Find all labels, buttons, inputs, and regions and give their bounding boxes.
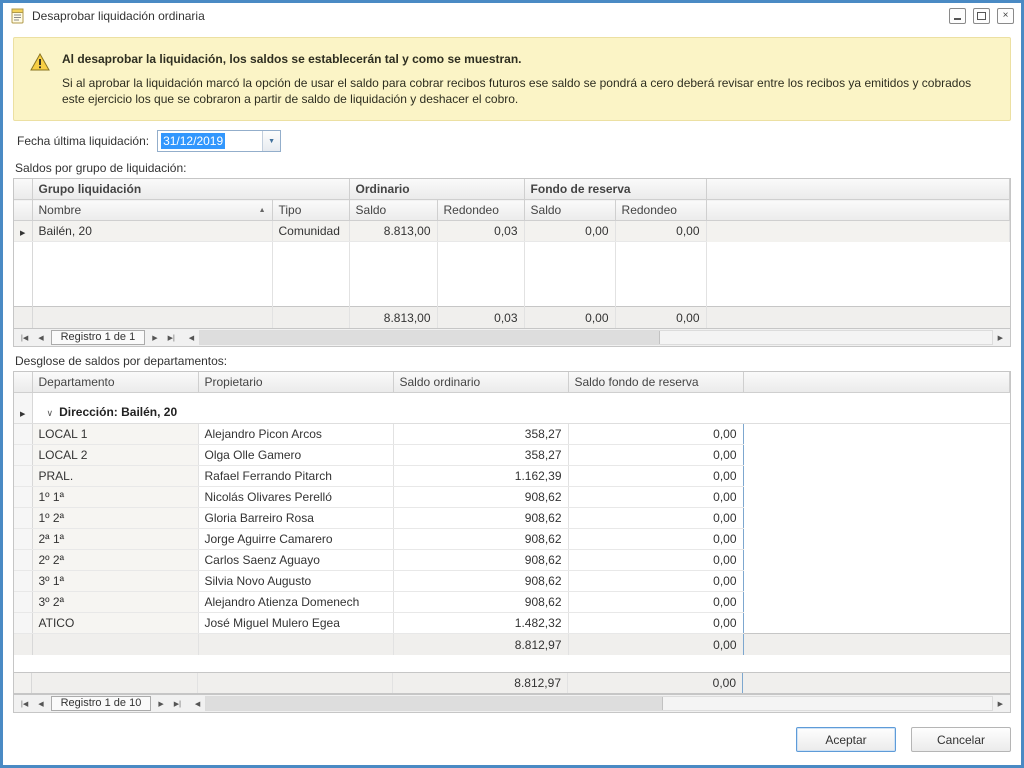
band-corner: [14, 179, 32, 200]
detail-section-label: Desglose de saldos por departamentos:: [15, 354, 1009, 368]
table-row[interactable]: 3º 2ª Alejandro Atienza Domenech 908,62 …: [14, 592, 1010, 613]
last-record-button[interactable]: ▶|: [169, 700, 186, 708]
band-filler: [706, 179, 1009, 200]
first-record-button[interactable]: |◀: [16, 700, 33, 708]
total-saldo-fondo: 0,00: [524, 307, 615, 329]
detail-grid: Departamento Propietario Saldo ordinario…: [13, 371, 1011, 713]
group-header-label: Dirección: Bailén, 20: [59, 405, 177, 419]
record-counter: Registro 1 de 1: [51, 330, 146, 345]
warning-title: Al desaprobar la liquidación, los saldos…: [62, 52, 994, 66]
col-tipo[interactable]: Tipo: [272, 200, 349, 221]
band-grupo-liquidacion: Grupo liquidación: [32, 179, 349, 200]
warning-body: Si al aprobar la liquidación marcó la op…: [62, 75, 994, 107]
scroll-right-button[interactable]: ▶: [993, 700, 1008, 708]
col-saldo-ordinario-detail[interactable]: Saldo ordinario: [393, 372, 568, 393]
group-total-saldo-ordinario: 8.812,97: [393, 634, 568, 656]
total-saldo-ordinario: 8.813,00: [349, 307, 437, 329]
maximize-icon: [977, 12, 986, 20]
last-record-button[interactable]: ▶|: [163, 334, 180, 342]
row-indicator-icon: ▶: [20, 411, 25, 418]
grid-empty-space: [14, 655, 1010, 672]
table-row[interactable]: LOCAL 1 Alejandro Picon Arcos 358,27 0,0…: [14, 424, 1010, 445]
band-ordinario: Ordinario: [349, 179, 524, 200]
grand-total-saldo-ordinario: 8.812,97: [393, 673, 568, 693]
groups-rows: ▶ Bailén, 20 Comunidad 8.813,00 0,03 0,0…: [14, 221, 1010, 242]
col-redondeo-ordinario[interactable]: Redondeo: [437, 200, 524, 221]
scrollbar-thumb[interactable]: [200, 331, 660, 344]
group-total-saldo-fondo: 0,00: [568, 634, 743, 656]
col-saldo-ordinario[interactable]: Saldo: [349, 200, 437, 221]
col-redondeo-fondo[interactable]: Redondeo: [615, 200, 706, 221]
grand-total-row: 8.812,97 0,00: [14, 672, 1010, 694]
window-title: Desaprobar liquidación ordinaria: [32, 9, 949, 23]
next-record-button[interactable]: ▶: [147, 334, 162, 342]
detail-header-corner: [14, 372, 32, 393]
detail-grid-pager: |◀ ◀ Registro 1 de 10 ▶ ▶| ◀ ▶: [14, 694, 1010, 712]
date-dropdown-button[interactable]: ▼: [262, 131, 280, 151]
date-value[interactable]: 31/12/2019: [158, 131, 262, 151]
table-row[interactable]: ▶ Bailén, 20 Comunidad 8.813,00 0,03 0,0…: [14, 221, 1010, 242]
header-filler: [706, 200, 1009, 221]
table-row[interactable]: 3º 1ª Silvia Novo Augusto 908,62 0,00: [14, 571, 1010, 592]
grand-total-saldo-fondo: 0,00: [568, 673, 743, 693]
total-redondeo-ordinario: 0,03: [437, 307, 524, 329]
first-record-button[interactable]: |◀: [16, 334, 33, 342]
warning-icon: [30, 53, 50, 71]
horizontal-scrollbar[interactable]: ◀ ▶: [190, 696, 1008, 711]
maximize-button[interactable]: [973, 8, 990, 24]
groups-section-label: Saldos por grupo de liquidación:: [15, 161, 1009, 175]
app-icon: [10, 8, 26, 24]
table-row[interactable]: ATICO José Miguel Mulero Egea 1.482,32 0…: [14, 613, 1010, 634]
col-nombre[interactable]: Nombre▲: [32, 200, 272, 221]
col-departamento[interactable]: Departamento: [32, 372, 198, 393]
horizontal-scrollbar[interactable]: ◀ ▶: [184, 330, 1008, 345]
table-row[interactable]: 1º 1ª Nicolás Olivares Perelló 908,62 0,…: [14, 487, 1010, 508]
scroll-right-button[interactable]: ▶: [993, 334, 1008, 342]
table-row[interactable]: LOCAL 2 Olga Olle Gamero 358,27 0,00: [14, 445, 1010, 466]
total-redondeo-fondo: 0,00: [615, 307, 706, 329]
table-row[interactable]: PRAL. Rafael Ferrando Pitarch 1.162,39 0…: [14, 466, 1010, 487]
close-button[interactable]: ×: [997, 8, 1014, 24]
detail-rows: LOCAL 1 Alejandro Picon Arcos 358,27 0,0…: [14, 424, 1010, 634]
groups-summary-row: 8.813,00 0,03 0,00 0,00: [14, 307, 1010, 329]
collapse-chevron-icon[interactable]: ∨: [47, 408, 54, 418]
group-summary-row: 8.812,97 0,00: [14, 634, 1010, 656]
date-label: Fecha última liquidación:: [17, 134, 149, 148]
title-bar[interactable]: Desaprobar liquidación ordinaria ×: [3, 3, 1021, 29]
col-propietario[interactable]: Propietario: [198, 372, 393, 393]
prev-record-button[interactable]: ◀: [33, 334, 48, 342]
band-fondo-reserva: Fondo de reserva: [524, 179, 706, 200]
col-saldo-fondo-detail[interactable]: Saldo fondo de reserva: [568, 372, 743, 393]
table-row[interactable]: 2ª 1ª Jorge Aguirre Camarero 908,62 0,00: [14, 529, 1010, 550]
close-icon: ×: [1003, 11, 1009, 21]
record-counter: Registro 1 de 10: [51, 696, 152, 711]
accept-button[interactable]: Aceptar: [796, 727, 896, 752]
scrollbar-thumb[interactable]: [206, 697, 662, 710]
prev-record-button[interactable]: ◀: [33, 700, 48, 708]
minimize-icon: [954, 18, 961, 20]
dialog-window: Desaprobar liquidación ordinaria × Al de…: [0, 0, 1024, 768]
date-picker[interactable]: 31/12/2019 ▼: [157, 130, 281, 152]
group-header-row[interactable]: ▶ ∨ Dirección: Bailén, 20: [14, 401, 1010, 424]
table-row[interactable]: 2º 2ª Carlos Saenz Aguayo 908,62 0,00: [14, 550, 1010, 571]
chevron-down-icon: ▼: [268, 138, 275, 145]
scroll-left-button[interactable]: ◀: [184, 334, 199, 342]
minimize-button[interactable]: [949, 8, 966, 24]
scroll-left-button[interactable]: ◀: [190, 700, 205, 708]
groups-grid: Grupo liquidación Ordinario Fondo de res…: [13, 178, 1011, 347]
header-corner: [14, 200, 32, 221]
detail-header-filler: [743, 372, 1010, 393]
cancel-button[interactable]: Cancelar: [911, 727, 1011, 752]
row-indicator-icon: ▶: [20, 230, 25, 237]
next-record-button[interactable]: ▶: [153, 700, 168, 708]
groups-grid-pager: |◀ ◀ Registro 1 de 1 ▶ ▶| ◀ ▶: [14, 328, 1010, 346]
sort-asc-icon: ▲: [259, 207, 266, 214]
warning-banner: Al desaprobar la liquidación, los saldos…: [13, 37, 1011, 121]
col-saldo-fondo[interactable]: Saldo: [524, 200, 615, 221]
table-row[interactable]: 1º 2ª Gloria Barreiro Rosa 908,62 0,00: [14, 508, 1010, 529]
